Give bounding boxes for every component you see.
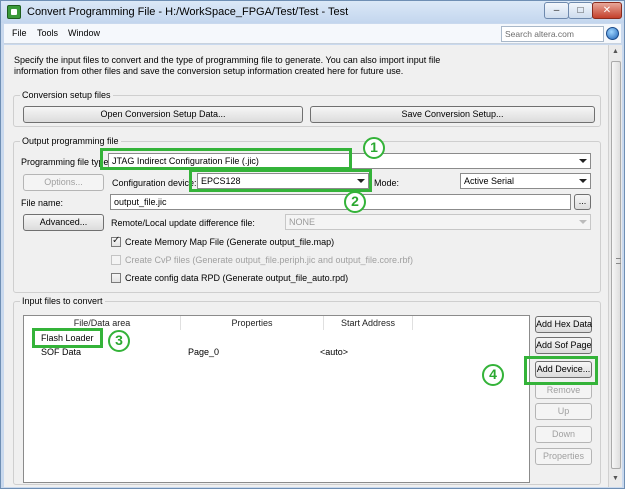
file-name-input[interactable]: output_file.jic	[110, 194, 571, 210]
menu-bar: File Tools Window Search altera.com	[4, 24, 621, 44]
list-item-sof-data[interactable]: SOF Data	[41, 347, 81, 357]
input-files-list[interactable]: File/Data area Properties Start Address …	[23, 315, 530, 483]
quartus-app-icon	[7, 5, 21, 19]
mode-label: Mode:	[374, 178, 400, 188]
save-conversion-setup-button[interactable]: Save Conversion Setup...	[310, 106, 595, 123]
add-sof-page-button[interactable]: Add Sof Page	[535, 337, 592, 354]
browse-button[interactable]: ...	[574, 194, 591, 210]
remote-local-update-value: NONE	[289, 217, 316, 227]
column-start-address[interactable]: Start Address	[324, 316, 413, 330]
annotation-circle-3: 3	[108, 330, 130, 352]
list-item-sof-address: <auto>	[320, 347, 349, 357]
conversion-setup-label: Conversion setup files	[20, 90, 113, 100]
remote-local-update-label: Remote/Local update difference file:	[111, 218, 255, 228]
chevron-down-icon	[579, 220, 587, 224]
maximize-button[interactable]: □	[568, 2, 593, 19]
rpd-label: Create config data RPD (Generate output_…	[125, 273, 349, 283]
scroll-down-icon[interactable]: ▼	[612, 475, 619, 482]
configuration-device-value: EPCS128	[201, 176, 241, 186]
list-item-flash-loader[interactable]: Flash Loader	[41, 333, 94, 343]
up-button[interactable]: Up	[535, 403, 592, 420]
programming-file-type-select[interactable]: JTAG Indirect Configuration File (.jic)	[108, 153, 591, 169]
output-programming-file-label: Output programming file	[20, 136, 121, 146]
search-input[interactable]: Search altera.com	[501, 26, 604, 42]
minimize-button[interactable]: –	[544, 2, 569, 19]
configuration-device-select[interactable]: EPCS128	[197, 173, 369, 189]
cvp-files-checkbox[interactable]	[111, 255, 121, 265]
grip-icon	[616, 258, 621, 264]
cvp-files-label: Create CvP files (Generate output_file.p…	[125, 255, 413, 265]
input-files-label: Input files to convert	[20, 296, 105, 306]
memory-map-checkbox[interactable]	[111, 235, 121, 247]
configuration-device-label: Configuration device:	[112, 178, 197, 188]
window-title: Convert Programming File - H:/WorkSpace_…	[27, 6, 349, 18]
rpd-checkbox[interactable]	[111, 273, 121, 283]
dialog-content: Specify the input files to convert and t…	[4, 45, 608, 487]
scrollbar-thumb[interactable]	[611, 61, 621, 469]
mode-value: Active Serial	[464, 176, 515, 186]
annotation-circle-2: 2	[344, 191, 366, 213]
chevron-down-icon	[579, 179, 587, 183]
convert-programming-file-window: Convert Programming File - H:/WorkSpace_…	[0, 0, 625, 489]
annotation-circle-4: 4	[482, 364, 504, 386]
mode-select[interactable]: Active Serial	[460, 173, 591, 189]
title-bar[interactable]: Convert Programming File - H:/WorkSpace_…	[1, 1, 624, 23]
close-button[interactable]: ✕	[592, 2, 622, 19]
description-text: Specify the input files to convert and t…	[14, 55, 441, 76]
options-button[interactable]: Options...	[23, 174, 104, 191]
memory-map-label: Create Memory Map File (Generate output_…	[125, 237, 335, 247]
programming-file-type-value: JTAG Indirect Configuration File (.jic)	[112, 156, 259, 166]
list-item-sof-properties: Page_0	[188, 347, 220, 357]
vertical-scrollbar[interactable]: ▲ ▼	[608, 45, 622, 487]
file-name-label: File name:	[21, 198, 64, 208]
properties-button[interactable]: Properties	[535, 448, 592, 465]
remove-button[interactable]: Remove	[535, 382, 592, 399]
globe-icon[interactable]	[606, 27, 619, 40]
chevron-down-icon	[579, 159, 587, 163]
column-properties[interactable]: Properties	[181, 316, 324, 330]
annotation-circle-1: 1	[363, 137, 385, 159]
chevron-down-icon	[357, 179, 365, 183]
menu-window[interactable]: Window	[68, 28, 100, 38]
open-conversion-setup-button[interactable]: Open Conversion Setup Data...	[23, 106, 303, 123]
menu-file[interactable]: File	[12, 28, 27, 38]
add-device-button[interactable]: Add Device...	[535, 361, 592, 378]
programming-file-type-label: Programming file type:	[21, 157, 112, 167]
scroll-up-icon[interactable]: ▲	[612, 48, 619, 55]
menu-tools[interactable]: Tools	[37, 28, 58, 38]
column-file-data-area[interactable]: File/Data area	[24, 316, 181, 330]
add-hex-data-button[interactable]: Add Hex Data	[535, 316, 592, 333]
remote-local-update-select[interactable]: NONE	[285, 214, 591, 230]
down-button[interactable]: Down	[535, 426, 592, 443]
advanced-button[interactable]: Advanced...	[23, 214, 104, 231]
